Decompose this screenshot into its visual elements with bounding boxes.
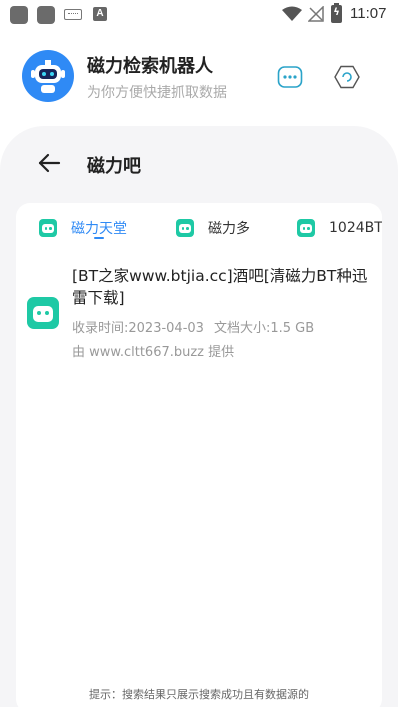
file-size: 文档大小:1.5 GB bbox=[213, 321, 315, 336]
app-subtitle: 为你方便快捷抓取数据 bbox=[87, 85, 227, 101]
result-source: 由 www.cltt667.buzz 提供 bbox=[72, 345, 235, 360]
robot-icon bbox=[27, 297, 59, 329]
notification-icon bbox=[37, 6, 55, 24]
hexagon-icon[interactable] bbox=[334, 64, 360, 90]
tab-cili-tiantang[interactable]: 磁力天堂 bbox=[39, 217, 127, 239]
page-title: 磁力吧 bbox=[87, 156, 141, 177]
status-bar: A ϟ 11:07 bbox=[0, 0, 398, 28]
tab-cili-duo[interactable]: 磁力多 bbox=[176, 217, 250, 239]
notification-icon bbox=[10, 6, 28, 24]
tab-label: 磁力多 bbox=[208, 221, 250, 237]
tab-label: 磁力天堂 bbox=[71, 221, 127, 237]
robot-icon bbox=[176, 219, 194, 237]
result-title[interactable]: [BT之家www.btjia.cc]酒吧[清磁力BT种迅雷下载] bbox=[72, 265, 378, 309]
tab-1024bt[interactable]: 1024BT bbox=[297, 217, 382, 239]
no-signal-icon bbox=[308, 6, 324, 22]
keyboard-icon bbox=[64, 9, 82, 20]
arrow-left-icon[interactable] bbox=[36, 150, 62, 176]
text-input-icon: A bbox=[93, 7, 107, 21]
footer-tip: 提示：搜索结果只展示搜索成功且有数据源的 bbox=[89, 688, 309, 701]
tab-active-indicator bbox=[94, 237, 104, 239]
battery-icon: ϟ bbox=[331, 3, 342, 23]
status-time: 11:07 bbox=[350, 5, 387, 22]
collected-date: 收录时间:2023-04-03 bbox=[72, 321, 204, 336]
app-title: 磁力检索机器人 bbox=[87, 56, 213, 77]
result-meta: 收录时间:2023-04-03 文档大小:1.5 GB bbox=[72, 317, 314, 336]
app-header: 磁力检索机器人 为你方便快捷抓取数据 bbox=[0, 38, 398, 118]
wifi-icon bbox=[282, 6, 302, 21]
results-card: 磁力天堂 磁力多 1024BT [BT之家www.btjia.cc]酒吧[清磁力… bbox=[16, 203, 382, 707]
tab-label: 1024BT bbox=[329, 220, 382, 236]
robot-icon bbox=[297, 219, 315, 237]
robot-avatar-icon bbox=[22, 50, 74, 102]
robot-icon bbox=[39, 219, 57, 237]
more-dots-icon[interactable] bbox=[277, 64, 303, 90]
